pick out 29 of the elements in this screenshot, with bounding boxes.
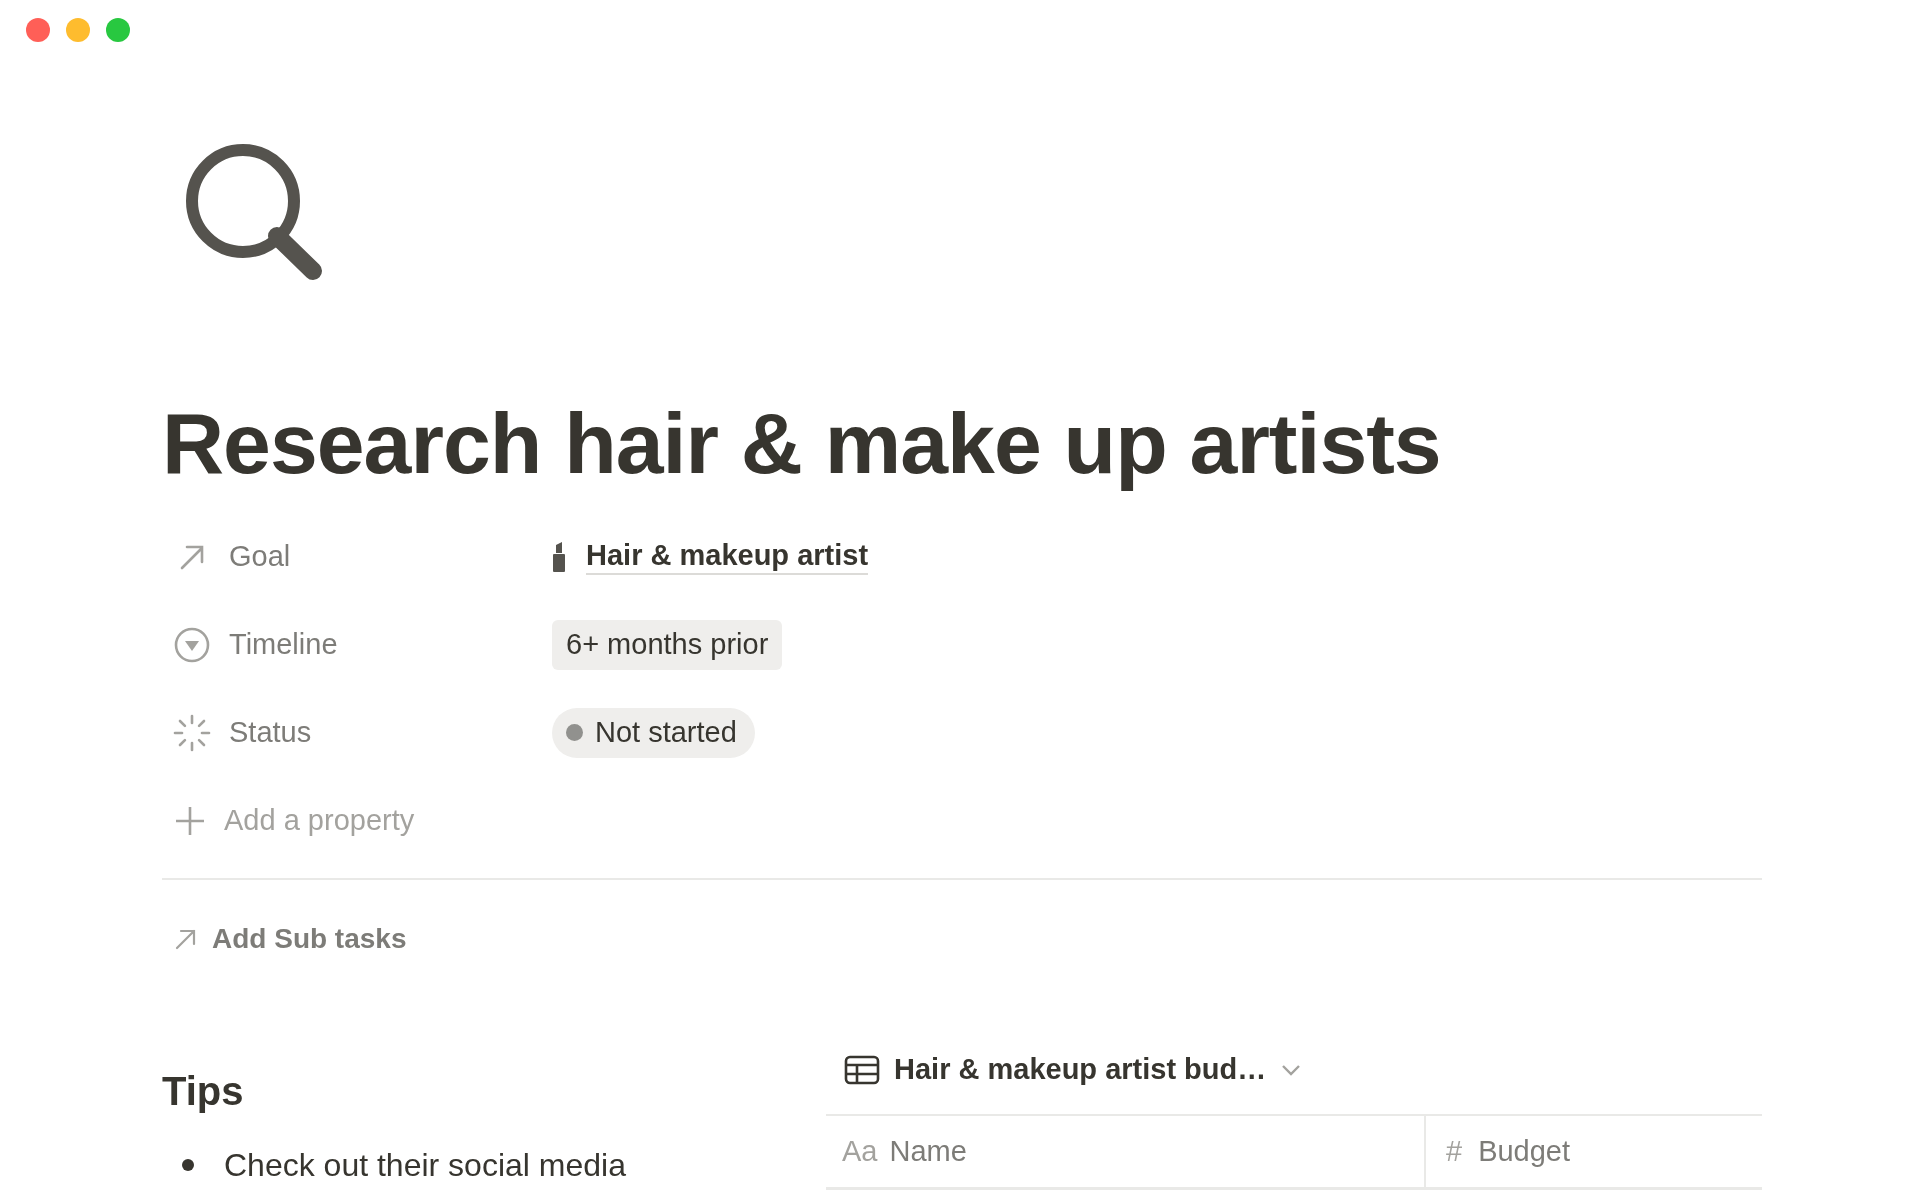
plus-icon xyxy=(174,804,206,837)
timeline-tag: 6+ months prior xyxy=(552,620,783,670)
column-type-icon: # xyxy=(1446,1129,1463,1174)
tip-text: Check out their social media xyxy=(224,1145,626,1185)
dropdown-circle-icon xyxy=(172,625,211,664)
add-property-button[interactable]: Add a property xyxy=(162,799,415,843)
column-header[interactable]: # Budget xyxy=(1426,1115,1762,1187)
add-sub-tasks-button[interactable]: Add Sub tasks xyxy=(162,917,407,960)
goal-link[interactable]: Hair & makeup artist xyxy=(586,538,869,576)
spinner-icon xyxy=(171,712,212,753)
status-text: Not started xyxy=(595,715,737,751)
property-label[interactable]: Timeline xyxy=(229,623,338,667)
bullet-icon xyxy=(182,1158,194,1171)
column-label: Budget xyxy=(1478,1133,1571,1169)
database-title[interactable]: Hair & makeup artist bud… xyxy=(894,1048,1267,1092)
page-title: Research hair & make up artists xyxy=(162,394,1442,493)
chevron-down-icon[interactable] xyxy=(1280,1062,1303,1077)
column-type-icon: Aa xyxy=(842,1129,878,1174)
close-button[interactable] xyxy=(26,18,50,42)
column-label: Name xyxy=(889,1133,967,1169)
table-icon xyxy=(844,1054,880,1085)
lipstick-icon xyxy=(552,541,566,572)
tips-heading: Tips xyxy=(162,1067,245,1115)
zoom-button[interactable] xyxy=(106,18,130,42)
minimize-button[interactable] xyxy=(66,18,90,42)
search-icon xyxy=(185,143,325,283)
property-label[interactable]: Status xyxy=(229,711,312,755)
property-label[interactable]: Goal xyxy=(229,535,291,579)
column-header[interactable]: Aa Name xyxy=(826,1115,1426,1187)
